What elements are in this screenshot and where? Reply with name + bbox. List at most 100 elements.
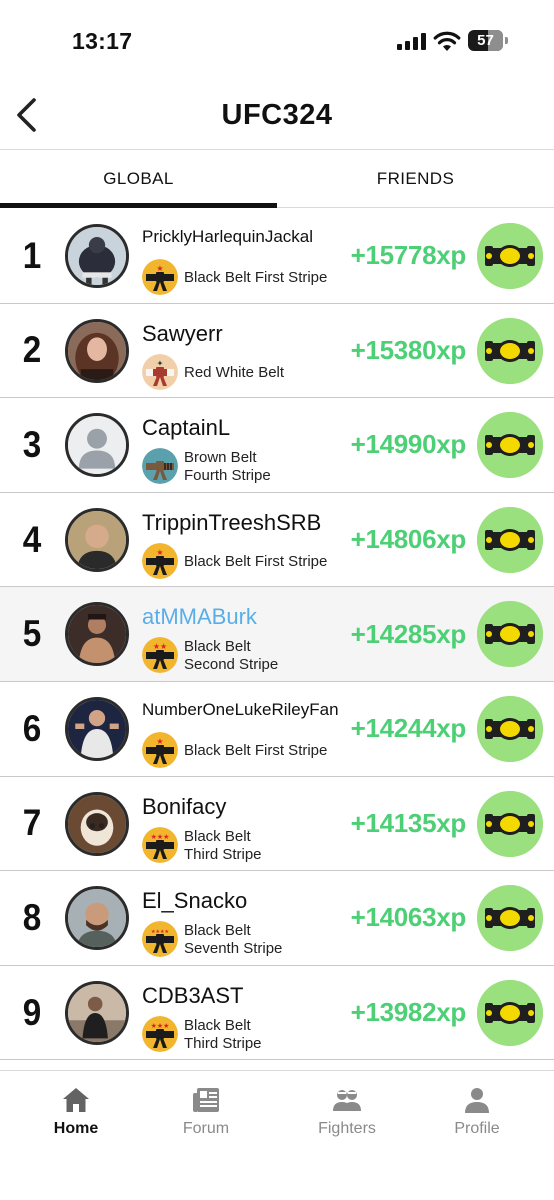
nav-forum[interactable]: Forum bbox=[156, 1085, 256, 1138]
svg-text:✦: ✦ bbox=[157, 359, 164, 368]
leaderboard-row[interactable]: 3 CaptainL Brown Belt Fourth Stripe +1499… bbox=[0, 398, 554, 493]
username[interactable]: PricklyHarlequinJackal bbox=[142, 227, 313, 247]
xp-value: +15778xp bbox=[350, 240, 467, 271]
username[interactable]: TrippinTreeshSRB bbox=[142, 510, 321, 536]
battery-icon: 57 bbox=[468, 30, 508, 51]
rank-number: 6 bbox=[22, 707, 42, 749]
rank-number: 1 bbox=[22, 234, 42, 276]
belt-rank-text: Black Belt Seventh Stripe bbox=[184, 922, 282, 958]
newspaper-icon bbox=[193, 1088, 219, 1112]
nav-home[interactable]: Home bbox=[26, 1085, 126, 1138]
tab-friends[interactable]: FRIENDS bbox=[277, 150, 554, 208]
belt-rank-text: Black Belt First Stripe bbox=[184, 552, 328, 570]
home-icon bbox=[63, 1088, 89, 1112]
championship-belt-icon bbox=[477, 223, 543, 289]
rank-number: 9 bbox=[22, 991, 42, 1033]
belt-name: Black Belt bbox=[184, 922, 251, 940]
tab-bar: GLOBAL FRIENDS bbox=[0, 150, 554, 208]
leaderboard-row[interactable]: 9 CDB3AST ★★★ Black Belt Third Stripe +13… bbox=[0, 965, 554, 1061]
username[interactable]: Sawyerr bbox=[142, 321, 223, 347]
belt-stripe: Third Stripe bbox=[184, 845, 262, 863]
xp-value: +14244xp bbox=[350, 713, 467, 744]
svg-text:★★: ★★ bbox=[153, 642, 167, 651]
xp-value: +14063xp bbox=[350, 902, 467, 933]
leaderboard-row[interactable]: 2 Sawyerr ✦ Red White Belt +15380xp bbox=[0, 303, 554, 399]
championship-belt-icon bbox=[477, 695, 543, 762]
xp-value: +14285xp bbox=[350, 618, 467, 649]
avatar[interactable] bbox=[65, 886, 129, 951]
fighters-icon bbox=[333, 1090, 361, 1111]
belt-name: Brown Belt bbox=[184, 449, 257, 467]
status-time: 13:17 bbox=[72, 28, 133, 54]
xp-value: +13982xp bbox=[350, 997, 467, 1028]
xp-value: +14990xp bbox=[350, 429, 467, 460]
championship-belt-icon bbox=[477, 885, 543, 952]
username[interactable]: Bonifacy bbox=[142, 794, 226, 820]
avatar[interactable] bbox=[65, 696, 129, 761]
championship-belt-icon bbox=[477, 506, 543, 573]
red-white-belt-badge-icon: ✦ bbox=[142, 353, 178, 390]
tab-global[interactable]: GLOBAL bbox=[0, 150, 277, 208]
black-belt-badge-icon: ★★ bbox=[142, 637, 178, 674]
xp-value: +15380xp bbox=[350, 334, 467, 365]
leaderboard-row-current-user[interactable]: 5 atMMABurk ★★ Black Belt Second Stripe +… bbox=[0, 587, 554, 682]
black-belt-badge-icon: ★ bbox=[142, 542, 178, 579]
username[interactable]: NumberOneLukeRileyFan bbox=[142, 700, 339, 720]
leaderboard-row[interactable]: 8 El_Snacko ★★★★ Black Belt Seventh Strip… bbox=[0, 871, 554, 966]
svg-text:★: ★ bbox=[156, 548, 163, 557]
header: UFC324 bbox=[0, 80, 554, 150]
username[interactable]: El_Snacko bbox=[142, 888, 247, 914]
rank-number: 4 bbox=[22, 518, 42, 560]
nav-forum-label: Forum bbox=[182, 1120, 230, 1137]
nav-profile-label: Profile bbox=[454, 1120, 500, 1137]
nav-fighters[interactable]: Fighters bbox=[297, 1085, 397, 1138]
leaderboard-row[interactable]: 6 NumberOneLukeRileyFan ★ Black Belt Fir… bbox=[0, 681, 554, 777]
username[interactable]: CDB3AST bbox=[142, 983, 243, 1009]
black-belt-badge-icon: ★★★ bbox=[142, 826, 178, 863]
username[interactable]: atMMABurk bbox=[142, 604, 257, 630]
belt-name: Black Belt bbox=[184, 1016, 251, 1034]
championship-belt-icon bbox=[477, 317, 543, 384]
avatar[interactable] bbox=[65, 791, 129, 856]
wifi-icon bbox=[433, 31, 461, 51]
bottom-navigation: Home Forum Fighters Profile bbox=[0, 1070, 554, 1200]
rank-number: 7 bbox=[22, 802, 42, 844]
belt-rank-text: Black Belt Second Stripe bbox=[184, 638, 278, 674]
battery-level: 57 bbox=[477, 32, 494, 49]
leaderboard-row[interactable]: 4 TrippinTreeshSRB ★ Black Belt First St… bbox=[0, 492, 554, 588]
black-belt-badge-icon: ★ bbox=[142, 259, 178, 295]
svg-text:★★★: ★★★ bbox=[151, 833, 170, 841]
svg-text:★★★★: ★★★★ bbox=[151, 929, 169, 935]
black-belt-badge-icon: ★ bbox=[142, 731, 178, 768]
rank-number: 2 bbox=[22, 329, 42, 371]
nav-home-label: Home bbox=[53, 1120, 99, 1137]
page-title: UFC324 bbox=[221, 99, 333, 131]
avatar[interactable] bbox=[65, 602, 129, 667]
belt-stripe: Second Stripe bbox=[184, 656, 279, 674]
leaderboard-row[interactable]: 7 Bonifacy ★★★ Black Belt Third Stripe +1… bbox=[0, 776, 554, 872]
avatar[interactable] bbox=[65, 980, 129, 1045]
belt-rank-text: Red White Belt bbox=[184, 363, 285, 381]
leaderboard-row[interactable]: 1 PricklyHarlequinJackal ★ Black Belt Fi… bbox=[0, 209, 554, 304]
username[interactable]: CaptainL bbox=[142, 415, 230, 441]
svg-text:★: ★ bbox=[156, 737, 163, 746]
default-avatar-icon[interactable] bbox=[65, 413, 129, 478]
nav-profile[interactable]: Profile bbox=[427, 1085, 527, 1138]
avatar[interactable] bbox=[65, 318, 129, 383]
black-belt-badge-icon: ★★★★ bbox=[142, 921, 178, 958]
rank-number: 5 bbox=[22, 613, 42, 655]
xp-value: +14806xp bbox=[350, 524, 467, 555]
belt-rank-text: Black Belt Third Stripe bbox=[184, 828, 262, 864]
avatar[interactable] bbox=[65, 507, 129, 572]
brown-belt-badge-icon bbox=[142, 448, 178, 485]
belt-stripe: Seventh Stripe bbox=[184, 940, 283, 958]
championship-belt-icon bbox=[477, 790, 543, 857]
championship-belt-icon bbox=[477, 412, 543, 479]
belt-rank-text: Brown Belt Fourth Stripe bbox=[184, 449, 271, 485]
rank-number: 3 bbox=[22, 423, 42, 465]
belt-rank-text: Black Belt First Stripe bbox=[184, 741, 328, 759]
avatar[interactable] bbox=[65, 224, 129, 288]
svg-text:★★★: ★★★ bbox=[151, 1022, 170, 1030]
nav-fighters-label: Fighters bbox=[318, 1120, 376, 1137]
person-icon bbox=[465, 1088, 489, 1113]
